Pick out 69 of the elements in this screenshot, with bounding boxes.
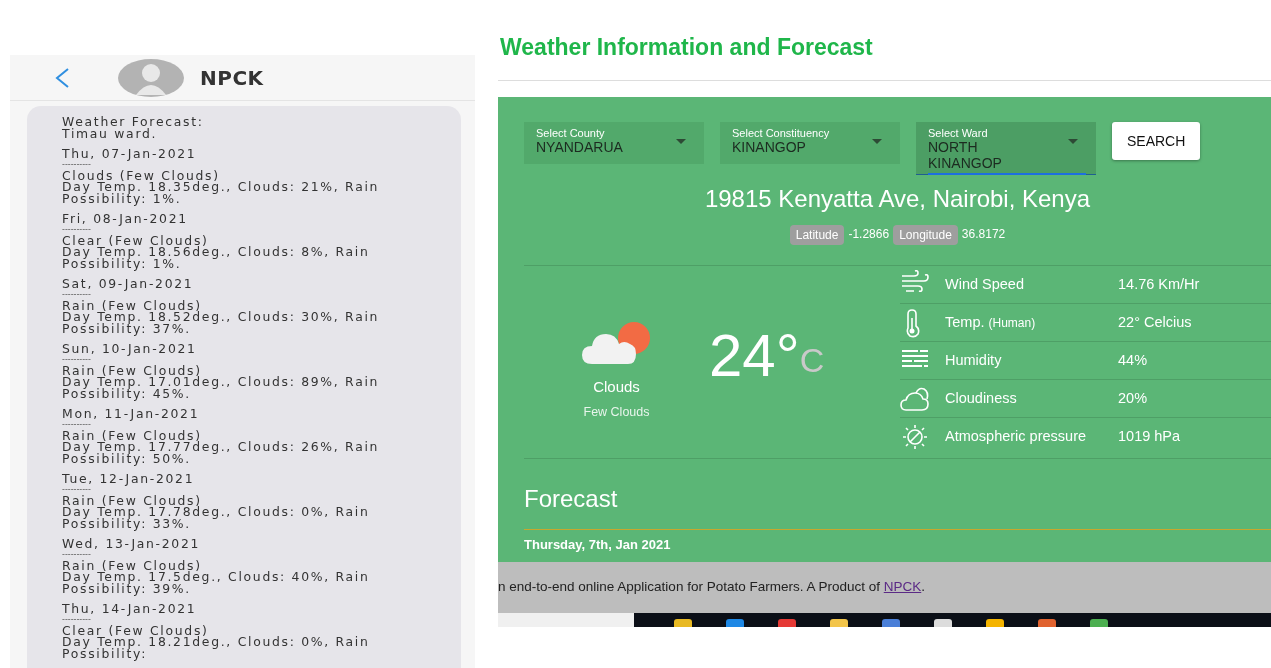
forecast-details: Day Temp. 17.78deg., Clouds: 0%, Rain Possibility: 33%. — [62, 506, 371, 529]
caret-icon — [872, 139, 882, 144]
condition-description: Few Clouds — [583, 403, 650, 421]
forecast-heading: Forecast — [524, 484, 619, 514]
condition: Clouds — [593, 377, 640, 398]
forecast-details: Day Temp. 18.56deg., Clouds: 8%, Rain Possibility: 1%. — [62, 246, 371, 269]
separator-line: ---------- — [62, 224, 92, 235]
forecast-summary: Clear (Few Clouds) — [62, 624, 209, 636]
detail-label: Temp. (Human) — [945, 312, 1037, 332]
separator-line: ---------- — [62, 419, 92, 430]
forecast-details: Day Temp. 18.35deg., Clouds: 21%, Rain Possibility: 1%. — [62, 181, 381, 204]
detail-label: Atmospheric pressure — [945, 427, 1088, 447]
forecast-date: Sat, 09-Jan-2021 — [62, 278, 195, 290]
forecast-details: Day Temp. 17.5deg., Clouds: 40%, Rain Possibility: 39%. — [62, 571, 371, 594]
caret-icon — [676, 139, 686, 144]
forecast-date: Tue, 12-Jan-2021 — [62, 473, 196, 485]
detail-value: 22° Celcius — [1118, 312, 1192, 332]
forecast-date: Thu, 07-Jan-2021 — [62, 148, 198, 160]
caret-icon — [1068, 139, 1078, 144]
contact-name: NPCK — [200, 64, 264, 92]
forecast-summary: Clear (Few Clouds) — [62, 234, 209, 246]
detail-label: Humidity — [945, 350, 1003, 370]
forecast-date: Fri, 08-Jan-2021 — [62, 213, 189, 225]
forecast-details: Day Temp. 18.52deg., Clouds: 30%, Rain Possibility: 37%. — [62, 311, 381, 334]
forecast-day: Thursday, 7th, Jan 2021 — [524, 535, 1271, 555]
select-field[interactable]: Select Constituency KINANGOP — [720, 122, 900, 164]
address: 19815 Kenyatta Ave, Nairobi, Kenya — [703, 184, 1092, 214]
separator-line: ---------- — [62, 159, 92, 170]
forecast-summary: Rain (Few Clouds) — [62, 494, 202, 506]
detail-label: Wind Speed — [945, 274, 1025, 294]
message-line: Weather Forecast: — [62, 116, 205, 128]
forecast-details: Day Temp. 17.77deg., Clouds: 26%, Rain Possibility: 50%. — [62, 441, 381, 464]
sun-icon — [900, 422, 930, 452]
coordinate-label: Latitude — [789, 225, 845, 245]
separator-line: ---------- — [62, 289, 92, 300]
page-title: Weather Information and Forecast — [500, 33, 873, 62]
forecast-date: Mon, 11-Jan-2021 — [62, 408, 201, 420]
back-icon[interactable] — [54, 66, 70, 89]
detail-value: 14.76 Km/Hr — [1118, 274, 1200, 294]
select-field[interactable]: Select Ward NORTH KINANGOP — [916, 122, 1096, 175]
forecast-summary: Clouds (Few Clouds) — [62, 169, 220, 181]
separator-line: ---------- — [62, 484, 92, 495]
separator-line: ---------- — [62, 549, 92, 560]
cloud-sun-icon — [581, 320, 652, 367]
forecast-summary: Rain (Few Clouds) — [62, 559, 202, 571]
coordinate-value: -1.2866 — [848, 226, 890, 243]
detail-value: 20% — [1118, 388, 1148, 408]
forecast-date: Sun, 10-Jan-2021 — [62, 343, 198, 355]
forecast-date: Thu, 14-Jan-2021 — [62, 603, 198, 615]
detail-value: 1019 hPa — [1118, 427, 1181, 447]
select-field[interactable]: Select County NYANDARUA — [524, 122, 704, 164]
avatar-icon — [118, 58, 184, 97]
detail-label: Cloudiness — [945, 388, 1018, 408]
temperature-unit: C — [799, 340, 825, 381]
forecast-summary: Rain (Few Clouds) — [62, 429, 202, 441]
forecast-summary: Rain (Few Clouds) — [62, 364, 202, 376]
forecast-date: Wed, 13-Jan-2021 — [62, 538, 202, 550]
search-button[interactable]: SEARCH — [1112, 122, 1201, 160]
message-line: Timau ward. — [62, 127, 158, 139]
forecast-details: Day Temp. 18.21deg., Clouds: 0%, Rain Possibility: — [62, 636, 371, 659]
coordinate-value: 36.8172 — [961, 226, 1006, 243]
forecast-summary: Rain (Few Clouds) — [62, 299, 202, 311]
coordinate-label: Longitude — [893, 225, 958, 245]
footer-text: n end-to-end online Application for Potato Farmers. A Product of NPCK. — [498, 578, 925, 597]
detail-value: 44% — [1118, 350, 1148, 370]
forecast-details: Day Temp. 17.01deg., Clouds: 89%, Rain Possibility: 45%. — [62, 376, 381, 399]
separator-line: ---------- — [62, 354, 92, 365]
separator-line: ---------- — [62, 614, 92, 625]
temperature: 24° — [709, 326, 800, 386]
